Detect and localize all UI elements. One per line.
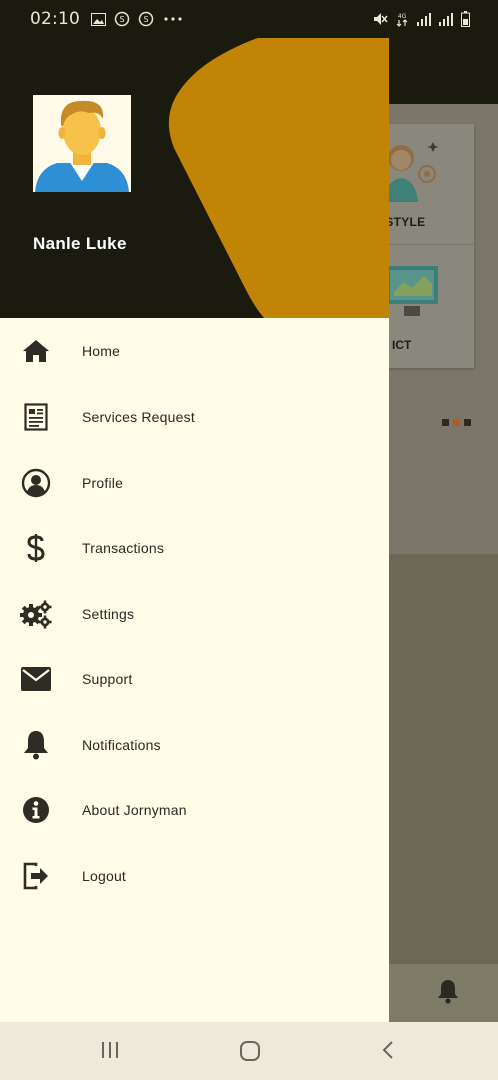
logout-icon — [20, 860, 52, 892]
page-dot — [442, 419, 449, 426]
svg-text:4G: 4G — [398, 13, 407, 20]
user-name: Nanle Luke — [33, 234, 127, 253]
page-indicator — [442, 419, 471, 426]
more-dots-icon — [162, 11, 184, 27]
back-button[interactable] — [378, 1039, 404, 1063]
menu-item-settings[interactable]: Settings — [0, 586, 389, 642]
background-app-lower — [389, 554, 498, 964]
menu-item-services-request[interactable]: Services Request — [0, 389, 389, 445]
menu-item-label: Profile — [82, 475, 124, 491]
document-icon — [20, 401, 52, 433]
menu-item-label: Transactions — [82, 540, 165, 556]
mute-icon — [372, 11, 388, 27]
page-dot — [464, 419, 471, 426]
background-app-header — [389, 38, 498, 104]
ict-illustration-icon — [386, 266, 438, 316]
status-bar: 02:10 S S 4G — [0, 0, 498, 38]
home-button[interactable] — [238, 1039, 264, 1063]
avatar[interactable] — [33, 95, 131, 192]
background-card-label-ict: ICT — [392, 338, 412, 352]
data-saver-icon: S — [114, 11, 130, 27]
background-bell-icon — [438, 980, 458, 1004]
signal-icon-2 — [438, 11, 454, 27]
navigation-drawer: Nanle Luke Home Services Request Profile — [0, 38, 389, 1022]
lifestyle-illustration-icon — [384, 142, 439, 202]
menu-item-label: About Jornyman — [82, 802, 187, 818]
bell-icon — [20, 729, 52, 761]
menu-item-home[interactable]: Home — [0, 323, 389, 379]
drawer-header: Nanle Luke — [0, 38, 389, 318]
status-time: 02:10 — [30, 9, 80, 29]
battery-icon — [460, 11, 470, 27]
svg-text:S: S — [119, 15, 124, 24]
dollar-icon — [20, 532, 52, 564]
menu-item-notifications[interactable]: Notifications — [0, 717, 389, 773]
menu-item-support[interactable]: Support — [0, 651, 389, 707]
profile-icon — [20, 467, 52, 499]
menu-item-label: Notifications — [82, 737, 161, 753]
menu-item-label: Home — [82, 343, 121, 359]
gears-icon — [20, 598, 52, 630]
system-navigation-bar — [0, 1022, 498, 1080]
menu-item-label: Logout — [82, 868, 127, 884]
page-dot-active — [453, 419, 460, 426]
signal-icon — [416, 11, 432, 27]
menu-item-profile[interactable]: Profile — [0, 455, 389, 511]
svg-text:S: S — [143, 15, 148, 24]
4g-icon: 4G — [394, 11, 410, 27]
recents-button[interactable] — [99, 1039, 125, 1063]
home-icon — [20, 335, 52, 367]
menu-item-logout[interactable]: Logout — [0, 848, 389, 904]
image-icon — [90, 11, 106, 27]
menu-item-about[interactable]: About Jornyman — [0, 782, 389, 838]
envelope-icon — [20, 663, 52, 695]
menu-item-label: Services Request — [82, 409, 195, 425]
info-icon — [20, 794, 52, 826]
menu-item-label: Support — [82, 671, 133, 687]
menu-item-transactions[interactable]: Transactions — [0, 520, 389, 576]
data-saver-icon-2: S — [138, 11, 154, 27]
menu-item-label: Settings — [82, 606, 135, 622]
